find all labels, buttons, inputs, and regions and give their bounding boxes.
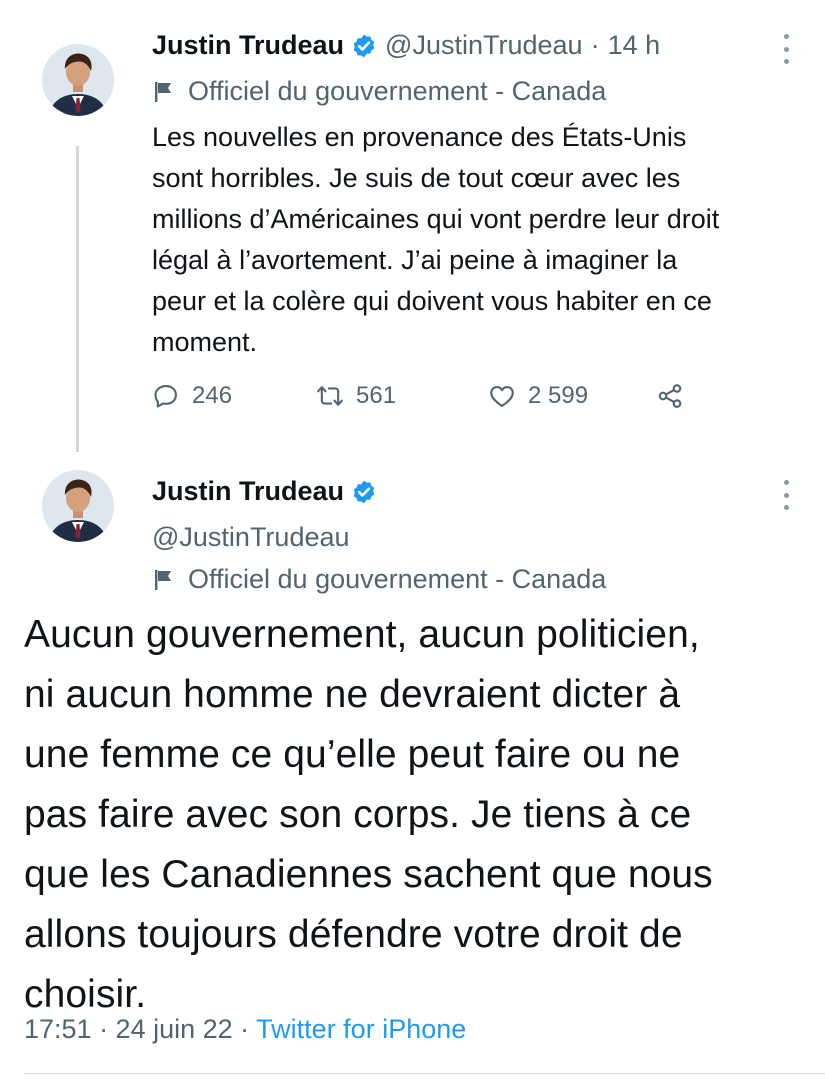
reply-icon (154, 385, 177, 408)
more-vertical-icon[interactable] (782, 480, 790, 510)
separator-dot: · (590, 30, 600, 60)
flag-icon (155, 569, 171, 590)
author-handle[interactable]: @JustinTrudeau (152, 522, 350, 553)
tweet-text-line: Les nouvelles en provenance des États-Un… (152, 122, 687, 152)
author-name[interactable]: Justin Trudeau (152, 30, 344, 61)
author-avatar[interactable] (42, 470, 114, 542)
like-count: 2 599 (528, 382, 589, 409)
tweet1-header: Justin Trudeau @JustinTrudeau · 14 h (152, 30, 660, 61)
retweet-count: 561 (356, 382, 397, 409)
tweet-text-line: peur et la colère qui doivent vous habit… (152, 286, 712, 316)
tweet2-header: Justin Trudeau (152, 476, 377, 507)
tweet-time[interactable]: 14 h (608, 30, 661, 61)
more-vertical-icon[interactable] (782, 34, 790, 64)
tweet-text-line: ni aucun homme ne devraient dicter à (24, 673, 681, 716)
thread-connector-line (76, 146, 79, 452)
tweet-text-line: Aucun gouvernement, aucun politicien, (24, 613, 700, 656)
reply-count: 246 (192, 382, 233, 409)
retweet-button[interactable]: 561 (316, 382, 396, 410)
tweet1-actions: 246 561 2 599 (152, 382, 712, 418)
author-name[interactable]: Justin Trudeau (152, 476, 344, 507)
tweet-text-line: allons toujours défendre votre droit de (24, 913, 683, 956)
flag-icon (155, 81, 171, 102)
tweet-text-line: moment. (152, 327, 258, 357)
government-label: Officiel du gouvernement - Canada (152, 76, 606, 107)
verified-badge-icon (353, 480, 375, 503)
verified-badge-icon (353, 34, 375, 57)
government-label: Officiel du gouvernement - Canada (152, 564, 606, 595)
tweet2-text: Aucun gouvernement, aucun politicien, ni… (24, 605, 809, 1025)
retweet-icon (317, 386, 343, 406)
tweet-text-line: légal à l’avortement. J’ai peine à imagi… (152, 245, 678, 275)
share-button[interactable] (656, 382, 696, 410)
author-avatar[interactable] (42, 44, 114, 116)
tweet-text-line: pas faire avec son corps. Je tiens à ce (24, 793, 692, 836)
divider (24, 1073, 825, 1074)
reply-button[interactable]: 246 (152, 382, 232, 410)
tweet1-text: Les nouvelles en provenance des États-Un… (152, 117, 812, 363)
heart-icon (490, 385, 514, 407)
tweet-text-line: que les Canadiennes sachent que nous (24, 853, 713, 896)
tweet-text-line: une femme ce qu’elle peut faire ou ne (24, 733, 681, 776)
share-icon (658, 384, 682, 408)
tweet-metadata: 17:51 · 24 juin 22 · Twitter for iPhone (24, 1014, 466, 1045)
tweet-source-link[interactable]: Twitter for iPhone (256, 1014, 466, 1044)
tweet2-handle-row: @JustinTrudeau (152, 522, 350, 553)
government-label-text: Officiel du gouvernement - Canada (188, 76, 607, 106)
tweet-timestamp[interactable]: 17:51 · 24 juin 22 · (24, 1014, 249, 1044)
like-button[interactable]: 2 599 (488, 382, 588, 410)
author-handle[interactable]: @JustinTrudeau (385, 30, 583, 61)
government-label-text: Officiel du gouvernement - Canada (188, 564, 607, 594)
tweet-text-line: sont horribles. Je suis de tout cœur ave… (152, 163, 681, 193)
tweet-text-line: millions d’Américaines qui vont perdre l… (152, 204, 720, 234)
